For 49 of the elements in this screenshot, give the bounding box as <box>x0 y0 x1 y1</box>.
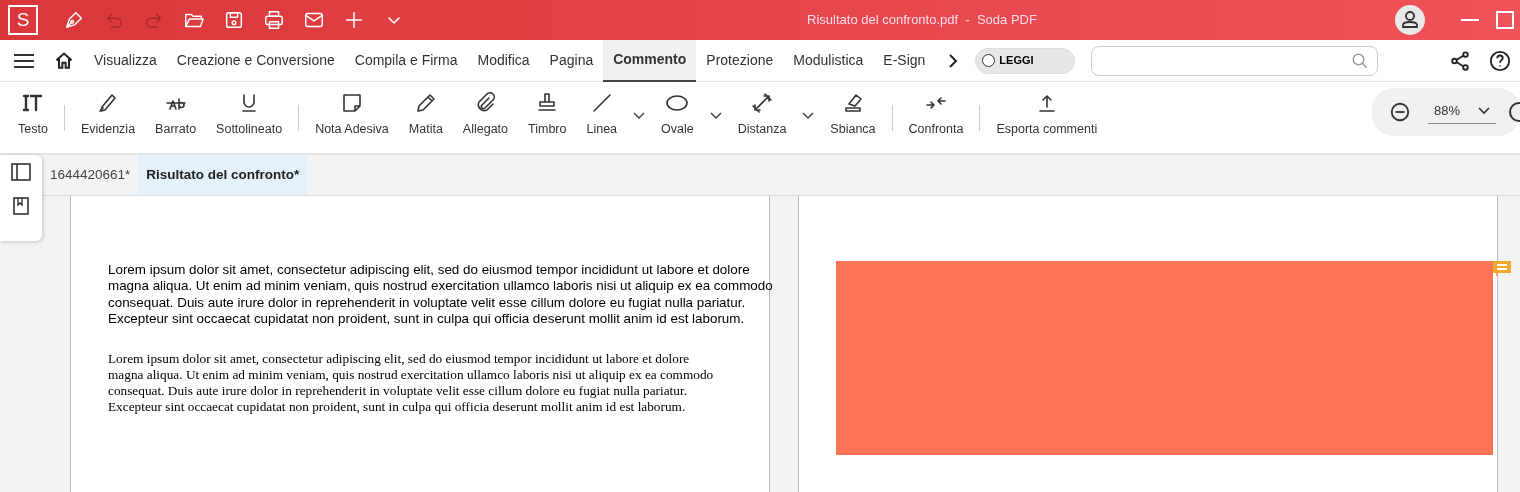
tool-button[interactable]: Testo <box>8 81 58 154</box>
menu-tab[interactable]: E-Sign <box>873 39 936 82</box>
menu-tab[interactable]: Commento <box>603 39 697 82</box>
tool-button[interactable]: Ovale <box>651 81 704 154</box>
menu-tab[interactable]: Visualizza <box>84 39 167 82</box>
tool-button[interactable]: Evidenzia <box>70 81 146 154</box>
menu-tab[interactable]: Modulistica <box>783 39 874 82</box>
chevron-down-icon <box>709 111 722 120</box>
menu-tab[interactable]: Creazione e Conversione <box>166 39 345 82</box>
tool-button[interactable]: Sbianca <box>820 81 886 154</box>
tool-button[interactable]: Sottolineato <box>206 81 293 154</box>
app-logo: S <box>8 5 38 35</box>
tool-button[interactable]: Timbro <box>518 81 577 154</box>
tool-button[interactable]: Esporta commenti <box>986 81 1108 154</box>
zoom-in-icon[interactable] <box>1508 100 1520 123</box>
toggle-label: LEGGI <box>999 53 1034 69</box>
panel-icon[interactable] <box>11 163 31 181</box>
menu-tab[interactable]: Pagina <box>539 39 604 82</box>
tool-button[interactable]: Nota Adesiva <box>305 81 399 154</box>
paragraph: Lorem ipsum dolor sit amet, consectetur adipiscing elit, sed do eiusmod tempor incididunt ut labore et dolore magna aliqua. Ut enim ad minim veniam, quis nostrud exercitation ullamco laboris nisi ut aliquip ex ea commodo consequat. Duis aute irure dolor in reprehenderit in voluptate velit esse cillum dolore eu fugiat nulla pariatur. Excepteur sint occaecat cupidatat non proident, sunt in culpa qui officia deserunt mollit anim id est laborum. <box>108 351 715 415</box>
document-tab[interactable]: Risultato del confronto* <box>138 155 308 195</box>
tool-button[interactable]: Linea <box>576 81 628 154</box>
menu-tab[interactable]: Modifica <box>467 39 540 82</box>
menu-tab[interactable]: Protezione <box>696 39 784 82</box>
tool-button[interactable]: Distanza <box>727 81 797 154</box>
document-tab[interactable]: 1644420661* <box>42 155 139 195</box>
chevron-down-icon <box>633 111 646 120</box>
menu-icon <box>14 52 34 69</box>
minimize-icon <box>1461 19 1479 21</box>
chevron-down-icon <box>802 111 815 120</box>
menu-tab[interactable]: Compila e Firma <box>344 39 468 82</box>
maximize-icon <box>1496 11 1514 29</box>
zoom-out-icon <box>1389 100 1411 123</box>
help-icon <box>1489 49 1511 72</box>
paragraph: Lorem ipsum dolor sit amet, consectetur adipiscing elit, sed do eiusmod tempor incididunt ut labore et dolore magna aliqua. Ut enim ad minim veniam, quis nostrud exercitation ullamco laboris nisi ut aliquip ex ea commodo consequat. Duis aute irure dolor in reprehenderit in voluptate velit esse cillum dolore eu fugiat nulla pariatur. Excepteur sint occaecat cupidatat non proident, sunt in culpa qui officia deserunt mollit anim id est laborum. <box>108 262 773 328</box>
tool-button[interactable]: Confronta <box>898 81 974 154</box>
tool-button[interactable]: Allegato <box>452 81 519 154</box>
tool-button[interactable]: Barrato <box>145 81 207 154</box>
read-mode-toggle[interactable]: LEGGI <box>975 47 1075 74</box>
home-icon <box>54 50 74 71</box>
share-icon <box>1449 49 1471 72</box>
bookmark-icon[interactable] <box>13 197 29 215</box>
chevron-right-icon <box>948 53 959 68</box>
search-field[interactable] <box>1090 45 1378 76</box>
window-title: Risultato del confronto.pdf - Soda PDF <box>806 11 1038 30</box>
tool-button[interactable]: Matita <box>398 81 453 154</box>
chevron-down-icon <box>1478 107 1490 115</box>
measure-icon <box>750 91 775 115</box>
search-icon <box>1350 51 1369 70</box>
